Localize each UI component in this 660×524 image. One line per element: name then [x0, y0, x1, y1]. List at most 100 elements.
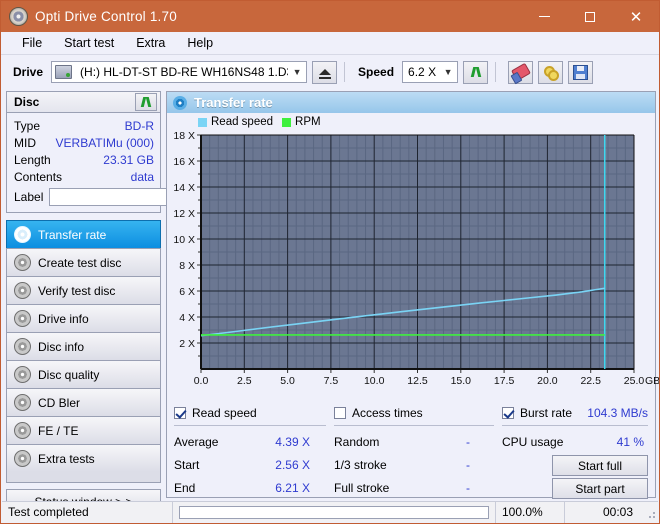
- burst-rate-value: 104.3 MB/s: [587, 406, 648, 420]
- sidebar-item-transfer-rate[interactable]: Transfer rate: [6, 220, 161, 248]
- burst-rate-checkbox[interactable]: [502, 407, 514, 419]
- stats-col-read-speed: Read speed Average 4.39 X Start 2.56 X: [174, 404, 334, 499]
- start-full-button[interactable]: Start full: [552, 455, 648, 476]
- access-times-checkbox-row[interactable]: Access times: [334, 404, 502, 421]
- disc-contents-value: data: [131, 170, 154, 184]
- svg-text:12.5: 12.5: [407, 375, 428, 387]
- elapsed-time: 00:03: [565, 505, 643, 519]
- progress-container: [173, 506, 495, 519]
- chart-panel: Transfer rate Read speed RPM 2 X4 X6 X8 …: [166, 91, 656, 498]
- sidebar-item-drive-info[interactable]: Drive info: [6, 304, 161, 332]
- maximize-button[interactable]: [567, 1, 613, 32]
- read-speed-checkbox-row[interactable]: Read speed: [174, 404, 334, 421]
- title-bar: Opti Drive Control 1.70 ✕: [1, 1, 659, 32]
- disc-type-value: BD-R: [125, 119, 154, 133]
- sidebar-item-fe-te[interactable]: FE / TE: [6, 416, 161, 444]
- toolbar-separator-2: [495, 62, 496, 82]
- save-button[interactable]: [568, 61, 593, 84]
- menu-start-test[interactable]: Start test: [53, 32, 125, 54]
- access-times-checkbox-label: Access times: [352, 406, 423, 420]
- cpu-usage-label: CPU usage: [502, 435, 563, 449]
- keys-button[interactable]: [538, 61, 563, 84]
- disc-label-label: Label: [14, 190, 43, 204]
- legend-item-read-speed: Read speed: [198, 116, 273, 128]
- refresh-arrows-icon: [139, 95, 153, 109]
- start-part-button[interactable]: Start part: [552, 478, 648, 499]
- svg-text:15.0: 15.0: [451, 375, 472, 387]
- drive-select[interactable]: (H:) HL-DT-ST BD-RE WH16NS48 1.D3 ▼: [51, 61, 307, 83]
- divider: [334, 425, 494, 426]
- stat-row-full-stroke: Full stroke -: [334, 476, 502, 499]
- resize-grip-icon[interactable]: [643, 506, 655, 518]
- disc-row-type: Type BD-R: [14, 117, 154, 134]
- disc-icon: [14, 282, 31, 299]
- menu-file[interactable]: File: [11, 32, 53, 54]
- sidebar-item-label: Disc info: [38, 340, 84, 354]
- svg-text:14 X: 14 X: [173, 182, 195, 194]
- minimize-button[interactable]: [521, 1, 567, 32]
- eject-button[interactable]: [312, 61, 337, 84]
- sidebar-item-disc-info[interactable]: Disc info: [6, 332, 161, 360]
- drive-icon: [55, 65, 72, 79]
- disc-info-panel: Type BD-R MID VERBATIMu (000) Length 23.…: [6, 113, 161, 213]
- sidebar-item-create-test-disc[interactable]: Create test disc: [6, 248, 161, 276]
- speed-select[interactable]: 6.2 X ▼: [402, 61, 458, 83]
- stats-col-access-times: Access times Random - 1/3 stroke - Full: [334, 404, 502, 499]
- disc-contents-label: Contents: [14, 170, 62, 184]
- divider: [502, 425, 648, 426]
- stat-row-random: Random -: [334, 430, 502, 453]
- stat-random-label: Random: [334, 435, 379, 449]
- erase-button[interactable]: [508, 61, 533, 84]
- menu-help[interactable]: Help: [176, 32, 224, 54]
- read-speed-checkbox[interactable]: [174, 407, 186, 419]
- progress-percent-text: 100.0%: [496, 505, 564, 519]
- refresh-button[interactable]: [463, 61, 488, 84]
- sidebar-item-verify-test-disc[interactable]: Verify test disc: [6, 276, 161, 304]
- disc-icon: [14, 450, 31, 467]
- burst-rate-checkbox-row[interactable]: Burst rate 104.3 MB/s: [502, 404, 648, 421]
- menu-bar: File Start test Extra Help: [1, 32, 659, 55]
- toolbar: Drive (H:) HL-DT-ST BD-RE WH16NS48 1.D3 …: [1, 55, 659, 89]
- disc-refresh-button[interactable]: [135, 93, 157, 111]
- cpu-usage-row: CPU usage 41 %: [502, 430, 648, 453]
- disc-row-contents: Contents data: [14, 168, 154, 185]
- chevron-down-icon: ▼: [288, 62, 306, 82]
- floppy-save-icon: [573, 65, 588, 80]
- read-speed-checkbox-label: Read speed: [192, 406, 257, 420]
- stats-panel: Read speed Average 4.39 X Start 2.56 X: [167, 399, 655, 497]
- burst-rate-checkbox-label: Burst rate: [520, 406, 572, 420]
- sidebar-item-cd-bler[interactable]: CD Bler: [6, 388, 161, 416]
- stat-full-stroke-value: -: [466, 481, 502, 495]
- svg-text:2 X: 2 X: [179, 338, 195, 350]
- stat-third-stroke-label: 1/3 stroke: [334, 458, 387, 472]
- stat-full-stroke-label: Full stroke: [334, 481, 389, 495]
- sidebar-item-extra-tests[interactable]: Extra tests: [6, 444, 161, 472]
- menu-extra[interactable]: Extra: [125, 32, 176, 54]
- speed-label: Speed: [358, 65, 394, 79]
- nav-list-filler: [6, 472, 161, 483]
- speed-select-value: 6.2 X: [403, 65, 439, 79]
- eject-icon: [319, 69, 331, 75]
- disc-label-row: Label: [14, 187, 154, 207]
- disc-panel-header: Disc: [6, 91, 161, 113]
- application-window: Opti Drive Control 1.70 ✕ File Start tes…: [0, 0, 660, 524]
- disc-length-label: Length: [14, 153, 51, 167]
- svg-text:6 X: 6 X: [179, 286, 195, 298]
- svg-text:10 X: 10 X: [173, 234, 195, 246]
- access-times-checkbox[interactable]: [334, 407, 346, 419]
- sidebar-item-label: Extra tests: [38, 452, 95, 466]
- disc-panel-title: Disc: [14, 95, 39, 109]
- stat-average-label: Average: [174, 435, 218, 449]
- left-sidebar: Disc Type BD-R MID VERBATIMu (000) Lengt…: [6, 91, 161, 498]
- drive-label: Drive: [13, 65, 43, 79]
- stat-row-average: Average 4.39 X: [174, 430, 334, 453]
- close-button[interactable]: ✕: [613, 1, 659, 32]
- legend-swatch: [198, 118, 207, 127]
- keys-icon: [544, 65, 558, 79]
- sidebar-item-disc-quality[interactable]: Disc quality: [6, 360, 161, 388]
- chart-panel-title: Transfer rate: [194, 95, 273, 110]
- progress-bar: [179, 506, 489, 519]
- stat-start-label: Start: [174, 458, 199, 472]
- svg-text:7.5: 7.5: [324, 375, 339, 387]
- window-controls: ✕: [521, 1, 659, 32]
